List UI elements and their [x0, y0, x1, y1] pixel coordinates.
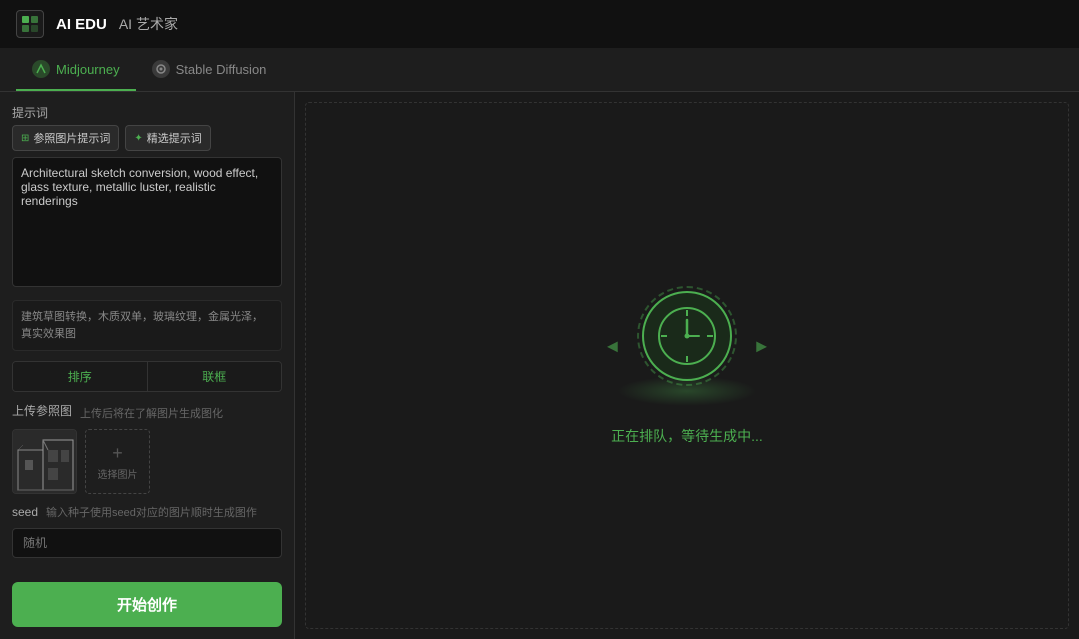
select-image-label: 选择图片 — [98, 466, 138, 481]
waiting-text: 正在排队，等待生成中... — [611, 426, 763, 446]
image-icon: ⊞ — [21, 133, 29, 144]
uploaded-image-thumb — [12, 429, 77, 494]
upload-add-btn[interactable]: + 选择图片 — [85, 429, 150, 494]
sample-image-label: 参照图片提示词 — [33, 130, 110, 146]
clock-graphic: ◀ ▶ — [607, 286, 767, 406]
app-title: AI EDU — [56, 16, 107, 33]
tab-midjourney[interactable]: Midjourney — [16, 47, 136, 91]
arrow-right-icon: ▶ — [756, 337, 767, 354]
sample-select-btn[interactable]: ✦ 精选提示词 — [125, 125, 210, 151]
clock-face — [642, 291, 732, 381]
seed-input[interactable] — [12, 528, 282, 558]
seed-label: seed — [12, 505, 38, 519]
upload-section: 上传参照图 上传后将在了解图片生成图化 — [12, 402, 282, 494]
tab-bar: Midjourney Stable Diffusion — [0, 48, 1079, 92]
left-panel: 提示词 ⊞ 参照图片提示词 ✦ 精选提示词 Architectural sket… — [0, 92, 295, 639]
star-icon: ✦ — [134, 133, 142, 144]
upload-hint: 上传后将在了解图片生成图化 — [80, 405, 223, 421]
prompt-label: 提示词 — [12, 104, 282, 121]
upload-label: 上传参照图 — [12, 402, 72, 419]
sample-select-label: 精选提示词 — [147, 130, 202, 146]
prompt-buttons: ⊞ 参照图片提示词 ✦ 精选提示词 — [12, 125, 282, 151]
stable-diffusion-tab-icon — [152, 60, 170, 78]
prompt-section: 提示词 ⊞ 参照图片提示词 ✦ 精选提示词 Architectural sket… — [12, 104, 282, 290]
top-navigation: AI EDU AI 艺术家 — [0, 0, 1079, 48]
plus-icon: + — [112, 443, 123, 464]
app-subtitle: AI 艺术家 — [119, 14, 178, 34]
app-logo — [16, 10, 44, 38]
midjourney-tab-label: Midjourney — [56, 62, 120, 77]
stable-diffusion-tab-label: Stable Diffusion — [176, 62, 267, 77]
chinese-prompt: 建筑草图转换，木质双单，玻璃纹理，金属光泽，真实效果图 — [12, 300, 282, 351]
tab-stable-diffusion[interactable]: Stable Diffusion — [136, 47, 283, 91]
seed-section: seed 输入种子使用seed对应的图片顺时生成图作 — [12, 504, 282, 558]
join-btn[interactable]: 联框 — [147, 362, 282, 391]
create-button[interactable]: 开始创作 — [12, 582, 282, 627]
translate-buttons: 排序 联框 — [12, 361, 282, 392]
seed-hint: 输入种子使用seed对应的图片顺时生成图作 — [46, 504, 257, 520]
arrow-left-icon: ◀ — [607, 337, 618, 354]
clock-shadow — [617, 376, 757, 406]
prompt-textarea[interactable]: Architectural sketch conversion, wood ef… — [12, 157, 282, 287]
upload-images: + 选择图片 — [12, 429, 282, 494]
chinese-prompt-text: 建筑草图转换，木质双单，玻璃纹理，金属光泽，真实效果图 — [21, 311, 263, 340]
main-layout: 提示词 ⊞ 参照图片提示词 ✦ 精选提示词 Architectural sket… — [0, 92, 1079, 639]
sample-image-btn[interactable]: ⊞ 参照图片提示词 — [12, 125, 119, 151]
right-panel: ◀ ▶ — [305, 102, 1069, 629]
waiting-container: ◀ ▶ — [607, 286, 767, 446]
sort-btn[interactable]: 排序 — [13, 362, 147, 391]
clock-svg — [657, 306, 717, 366]
midjourney-tab-icon — [32, 60, 50, 78]
upload-label-row: 上传参照图 上传后将在了解图片生成图化 — [12, 402, 282, 423]
